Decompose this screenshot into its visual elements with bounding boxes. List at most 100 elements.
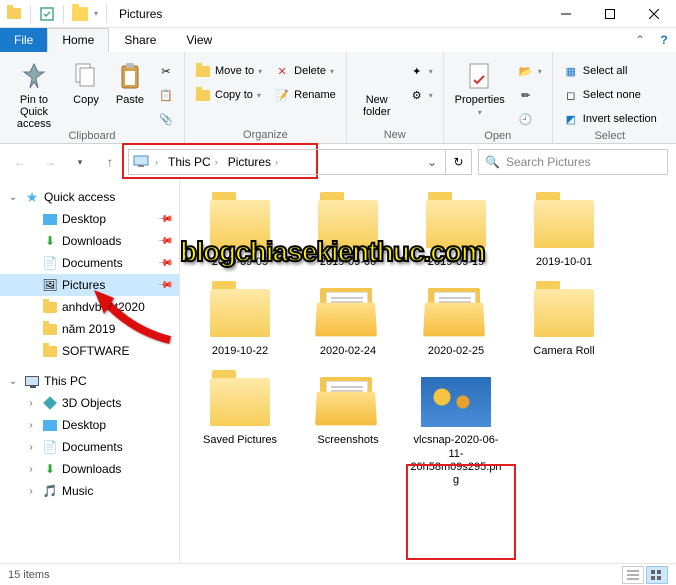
file-list[interactable]: 2019-09-052019-09-062019-09-19 2019-10-01… — [180, 180, 676, 563]
easy-access-button[interactable]: ⚙▾ — [405, 84, 437, 106]
properties-button[interactable]: Properties ▾ — [450, 56, 510, 117]
select-all-button[interactable]: ▦Select all — [559, 60, 661, 82]
file-item[interactable]: vlcsnap-2020-06-11-20h58m09s295.png — [404, 370, 508, 491]
qat-dropdown-icon[interactable]: ▾ — [94, 9, 98, 18]
address-dropdown-icon[interactable]: ⌄ — [423, 150, 441, 174]
file-item[interactable]: 2020-02-25 — [404, 281, 508, 362]
tree-software[interactable]: ·SOFTWARE — [0, 340, 179, 362]
file-name: 2020-02-25 — [428, 345, 484, 358]
copy-button[interactable]: Copy — [66, 56, 106, 106]
tree-desktop[interactable]: ·Desktop📌 — [0, 208, 179, 230]
edit-icon: ✏ — [518, 87, 534, 103]
downloads-icon: ⬇ — [42, 461, 58, 477]
tab-view[interactable]: View — [171, 28, 227, 52]
move-icon — [195, 63, 211, 79]
tab-share[interactable]: Share — [109, 28, 171, 52]
recent-dropdown[interactable]: ▾ — [68, 150, 92, 174]
nav-tree: ⌄★Quick access ·Desktop📌 ·⬇Downloads📌 ·📄… — [0, 180, 180, 563]
file-name: Camera Roll — [533, 345, 594, 358]
delete-button[interactable]: ✕Delete▾ — [270, 60, 340, 82]
new-item-icon: ✦ — [409, 63, 425, 79]
tree-pictures[interactable]: ·🖼Pictures📌 — [0, 274, 179, 296]
copy-path-button[interactable]: 📋 — [154, 84, 178, 106]
tree-desktop2[interactable]: ›Desktop — [0, 414, 179, 436]
folder-docs-thumb — [313, 285, 383, 341]
file-item[interactable]: 2019-10-22 — [188, 281, 292, 362]
tree-music[interactable]: ›🎵Music — [0, 480, 179, 502]
file-item[interactable]: Saved Pictures — [188, 370, 292, 491]
invert-selection-button[interactable]: ◩Invert selection — [559, 108, 661, 130]
help-icon[interactable]: ? — [652, 28, 676, 52]
details-view-button[interactable] — [622, 566, 644, 584]
scissors-icon: ✂ — [158, 63, 174, 79]
copy-to-button[interactable]: Copy to▾ — [191, 84, 266, 106]
folder-icon — [42, 299, 58, 315]
tree-anhdv[interactable]: ·anhdvboot2020 — [0, 296, 179, 318]
search-input[interactable]: 🔍 Search Pictures — [478, 149, 668, 175]
forward-button[interactable]: → — [38, 150, 62, 174]
documents-icon: 📄 — [42, 255, 58, 271]
breadcrumb-thispc[interactable]: This PC› — [164, 155, 222, 169]
select-none-button[interactable]: ◻Select none — [559, 84, 661, 106]
tab-home[interactable]: Home — [47, 28, 109, 52]
qat-properties-icon[interactable] — [39, 6, 55, 22]
copy-icon — [70, 60, 102, 92]
edit-button[interactable]: ✏ — [514, 84, 546, 106]
tree-quick-access[interactable]: ⌄★Quick access — [0, 186, 179, 208]
breadcrumb-pictures[interactable]: Pictures› — [224, 155, 282, 169]
icons-view-button[interactable] — [646, 566, 668, 584]
file-item[interactable]: 2019-10-01 — [512, 192, 616, 273]
folder-thumb — [529, 196, 599, 252]
folder-icon — [72, 6, 88, 22]
downloads-icon: ⬇ — [42, 233, 58, 249]
file-name: 2019-10-01 — [536, 256, 592, 269]
refresh-button[interactable]: ↻ — [446, 149, 472, 175]
file-item[interactable]: 2019-09-05 — [188, 192, 292, 273]
tree-3dobjects[interactable]: ›3D Objects — [0, 392, 179, 414]
file-item[interactable]: 2019-09-06 — [296, 192, 400, 273]
tree-documents2[interactable]: ›📄Documents — [0, 436, 179, 458]
title-bar: ▾ Pictures — [0, 0, 676, 28]
file-item[interactable]: Screenshots — [296, 370, 400, 491]
ribbon-collapse-icon[interactable]: ⌃ — [628, 28, 652, 52]
tree-nam2019[interactable]: ·năm 2019 — [0, 318, 179, 340]
pin-icon: 📌 — [156, 211, 173, 228]
history-button[interactable]: 🕘 — [514, 108, 546, 130]
pin-icon: 📌 — [156, 255, 173, 272]
folder-docs-thumb — [313, 374, 383, 430]
paste-shortcut-button[interactable]: 📎 — [154, 108, 178, 130]
new-folder-button[interactable]: New folder — [353, 56, 401, 118]
maximize-button[interactable] — [588, 0, 632, 28]
search-icon: 🔍 — [485, 155, 500, 169]
tree-downloads[interactable]: ·⬇Downloads📌 — [0, 230, 179, 252]
new-item-button[interactable]: ✦▾ — [405, 60, 437, 82]
open-icon: 📂 — [518, 63, 534, 79]
rename-button[interactable]: 📝Rename — [270, 84, 340, 106]
file-name: vlcsnap-2020-06-11-20h58m09s295.png — [408, 434, 504, 487]
folder-thumb — [205, 285, 275, 341]
tree-downloads2[interactable]: ›⬇Downloads — [0, 458, 179, 480]
pin-quick-access-button[interactable]: Pin to Quick access — [6, 56, 62, 130]
back-button[interactable]: ← — [8, 150, 32, 174]
file-item[interactable]: Camera Roll — [512, 281, 616, 362]
close-button[interactable] — [632, 0, 676, 28]
tree-thispc[interactable]: ⌄This PC — [0, 370, 179, 392]
up-button[interactable]: ↑ — [98, 150, 122, 174]
open-button[interactable]: 📂▾ — [514, 60, 546, 82]
move-to-button[interactable]: Move to▾ — [191, 60, 266, 82]
minimize-button[interactable] — [544, 0, 588, 28]
file-name: 2019-10-22 — [212, 345, 268, 358]
tree-documents[interactable]: ·📄Documents📌 — [0, 252, 179, 274]
paste-button[interactable]: Paste — [110, 56, 150, 106]
group-select-label: Select — [559, 130, 661, 144]
tab-file[interactable]: File — [0, 28, 47, 52]
file-item[interactable]: 2020-02-24 — [296, 281, 400, 362]
cut-button[interactable]: ✂ — [154, 60, 178, 82]
status-bar: 15 items — [0, 563, 676, 585]
file-item[interactable]: 2019-09-19 — [404, 192, 508, 273]
location-icon — [133, 153, 149, 172]
item-count: 15 items — [8, 569, 50, 581]
address-bar[interactable]: › This PC› Pictures› ⌄ — [128, 149, 446, 175]
file-name: 2020-02-24 — [320, 345, 376, 358]
ribbon-tabs: File Home Share View ⌃ ? — [0, 28, 676, 52]
